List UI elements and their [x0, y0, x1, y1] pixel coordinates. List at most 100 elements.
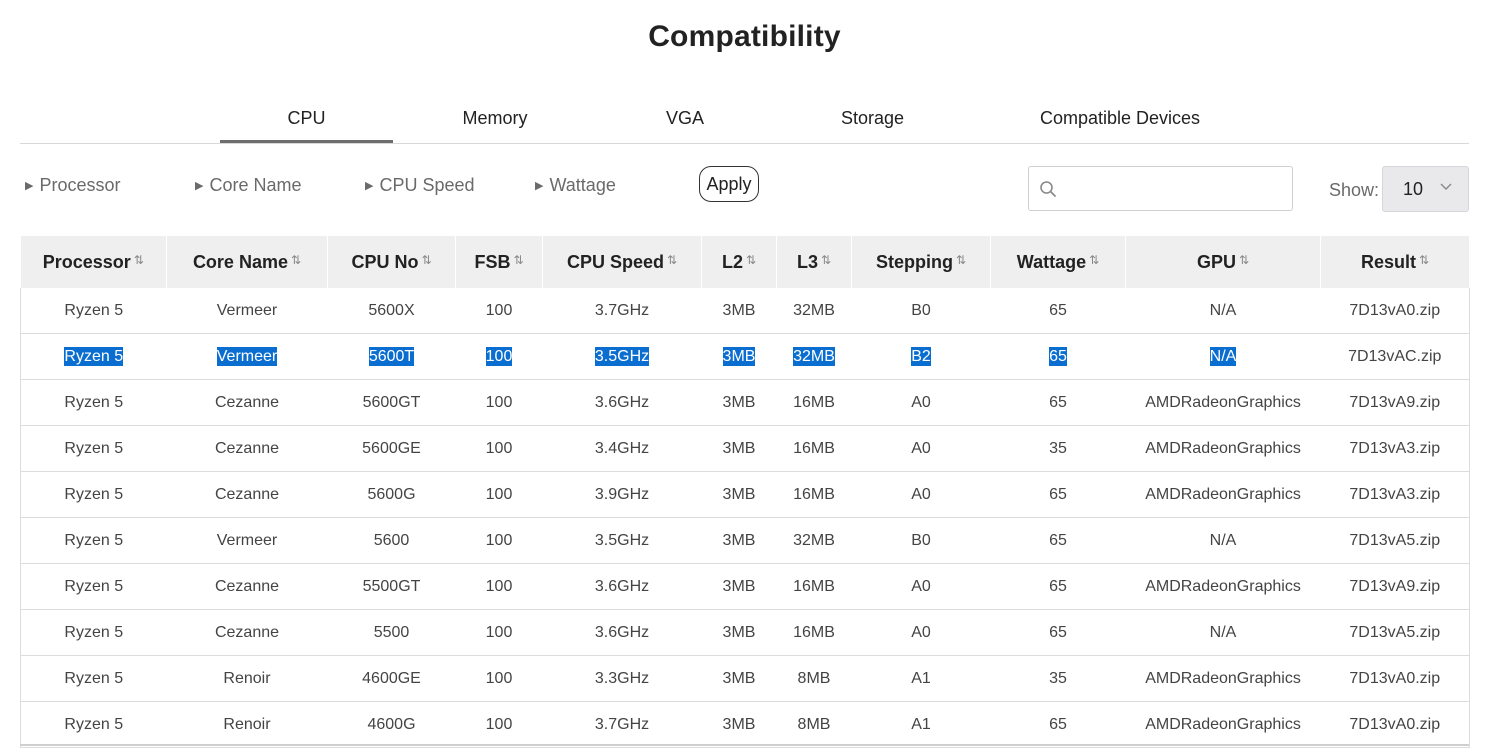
table-cell-l2: 3MB: [701, 333, 777, 380]
sort-icon[interactable]: ⇅: [1239, 253, 1249, 267]
table-cell-core-name: Vermeer: [166, 288, 328, 334]
cell-text: Ryzen 5: [64, 439, 124, 457]
tab-cpu[interactable]: CPU: [220, 96, 393, 143]
scrollbar-track[interactable]: [20, 744, 1469, 746]
cell-text: 16MB: [793, 393, 835, 411]
filter-cpu-speed[interactable]: ▶ CPU Speed: [365, 175, 475, 196]
table-row[interactable]: Ryzen 5 Cezanne 5500 100 3.6GHz 3MB 16MB A0 65 N/…: [20, 609, 1470, 656]
table-row[interactable]: Ryzen 5 Cezanne 5600GT 100 3.6GHz 3MB 16MB A0 65…: [20, 379, 1470, 426]
search-box[interactable]: [1028, 166, 1293, 211]
cell-text: 32MB: [793, 531, 835, 549]
show-count-select[interactable]: 10: [1382, 166, 1469, 212]
table-cell-processor: Ryzen 5: [20, 563, 167, 610]
table-row[interactable]: Ryzen 5 Renoir 4600G 100 3.7GHz 3MB 8MB A1 65 AMD…: [20, 701, 1470, 748]
table-cell-cpu-speed: 3.6GHz: [542, 563, 702, 610]
cell-text: 32MB: [793, 301, 835, 319]
cell-text: 3MB: [722, 393, 756, 411]
tab-memory[interactable]: Memory: [420, 96, 570, 140]
caret-right-icon: ▶: [365, 180, 374, 192]
cell-text: A1: [911, 715, 931, 733]
sort-icon[interactable]: ⇅: [956, 253, 966, 267]
sort-icon[interactable]: ⇅: [134, 253, 144, 267]
cell-text: 16MB: [793, 623, 835, 641]
table-row[interactable]: Ryzen 5 Vermeer 5600X 100 3.7GHz 3MB 32MB B0 65 N…: [20, 288, 1470, 334]
cell-text: 7D13vA5.zip: [1349, 531, 1441, 549]
table-cell-l3: 16MB: [776, 563, 852, 610]
cell-text: 7D13vAC.zip: [1348, 347, 1442, 365]
table-cell-l2: 3MB: [701, 655, 777, 702]
table-cell-wattage: 65: [990, 701, 1126, 748]
cell-text: 100: [485, 301, 513, 319]
sort-icon[interactable]: ⇅: [1089, 253, 1099, 267]
cell-text: 5600GT: [362, 393, 421, 411]
tab-storage[interactable]: Storage: [800, 96, 945, 140]
cell-text: Ryzen 5: [64, 577, 124, 595]
table-cell-cpu-speed: 3.5GHz: [542, 333, 702, 380]
sort-icon[interactable]: ⇅: [513, 253, 523, 267]
filter-core-name[interactable]: ▶ Core Name: [195, 175, 302, 196]
filter-processor[interactable]: ▶ Processor: [25, 175, 121, 196]
cell-text: Vermeer: [216, 531, 278, 549]
table-cell-fsb: 100: [455, 701, 543, 748]
sort-icon[interactable]: ⇅: [667, 253, 677, 267]
table-cell-core-name: Cezanne: [166, 379, 328, 426]
sort-icon[interactable]: ⇅: [421, 253, 431, 267]
table-cell-l3: 32MB: [776, 517, 852, 564]
table-row[interactable]: Ryzen 5 Cezanne 5600GE 100 3.4GHz 3MB 16MB A0 35…: [20, 425, 1470, 472]
cell-text: 3.6GHz: [594, 393, 650, 411]
column-header-label: CPU No: [351, 251, 419, 272]
table-cell-wattage: 65: [990, 517, 1126, 564]
search-input[interactable]: [1063, 173, 1287, 205]
compatibility-page: Compatibility CPU Memory VGA Storage Com…: [0, 0, 1501, 750]
apply-button[interactable]: Apply: [699, 166, 759, 202]
cell-text: 100: [485, 623, 513, 641]
column-header-fsb[interactable]: FSB ⇅: [455, 236, 543, 288]
filter-wattage[interactable]: ▶ Wattage: [535, 175, 616, 196]
table-row[interactable]: Ryzen 5 Renoir 4600GE 100 3.3GHz 3MB 8MB A1 35 AM…: [20, 655, 1470, 702]
cell-text: 3MB: [722, 623, 756, 641]
column-header-wattage[interactable]: Wattage ⇅: [990, 236, 1126, 288]
table-cell-l3: 16MB: [776, 379, 852, 426]
cell-text: 65: [1049, 346, 1067, 366]
column-header-l3[interactable]: L3 ⇅: [776, 236, 852, 288]
column-header-result[interactable]: Result ⇅: [1320, 236, 1470, 288]
column-header-label: Stepping: [875, 251, 953, 272]
tab-compatible-devices[interactable]: Compatible Devices: [1020, 96, 1220, 140]
table-cell-l2: 3MB: [701, 563, 777, 610]
table-cell-cpu-no: 5600G: [327, 471, 456, 518]
cell-text: 7D13vA0.zip: [1349, 715, 1441, 733]
cell-text: 100: [485, 485, 513, 503]
cell-text: Ryzen 5: [64, 346, 124, 366]
column-header-gpu[interactable]: GPU ⇅: [1125, 236, 1321, 288]
cell-text: 3MB: [722, 531, 756, 549]
table-row[interactable]: Ryzen 5 Cezanne 5500GT 100 3.6GHz 3MB 16MB A0 65…: [20, 563, 1470, 610]
sort-icon[interactable]: ⇅: [821, 253, 831, 267]
table-cell-processor: Ryzen 5: [20, 333, 167, 380]
cell-text: 7D13vA9.zip: [1349, 393, 1441, 411]
filter-bar: ▶ Processor ▶ Core Name ▶ CPU Speed ▶ Wattag…: [0, 165, 1501, 215]
sort-icon[interactable]: ⇅: [1419, 253, 1429, 267]
column-header-core-name[interactable]: Core Name ⇅: [166, 236, 328, 288]
column-header-processor[interactable]: Processor ⇅: [20, 236, 167, 288]
table-cell-result: 7D13vA3.zip: [1320, 471, 1470, 518]
column-header-cpu-no[interactable]: CPU No ⇅: [327, 236, 456, 288]
cell-text: Renoir: [223, 669, 271, 687]
table-cell-gpu: AMDRadeonGraphics: [1125, 471, 1321, 518]
tab-vga[interactable]: VGA: [620, 96, 750, 140]
column-header-l2[interactable]: L2 ⇅: [701, 236, 777, 288]
cell-text: Renoir: [223, 715, 271, 733]
caret-right-icon: ▶: [535, 180, 544, 192]
table-row[interactable]: Ryzen 5 Vermeer 5600 100 3.5GHz 3MB 32MB B0 65 N/…: [20, 517, 1470, 564]
table-cell-stepping: B2: [851, 333, 991, 380]
sort-icon[interactable]: ⇅: [291, 253, 301, 267]
sort-icon[interactable]: ⇅: [746, 253, 756, 267]
cell-text: 100: [485, 393, 513, 411]
column-header-stepping[interactable]: Stepping ⇅: [851, 236, 991, 288]
cell-text: 3MB: [722, 669, 756, 687]
table-cell-result: 7D13vA5.zip: [1320, 517, 1470, 564]
table-row[interactable]: Ryzen 5 Cezanne 5600G 100 3.9GHz 3MB 16MB A0 65 A…: [20, 471, 1470, 518]
cell-text: N/A: [1209, 346, 1237, 366]
table-cell-fsb: 100: [455, 425, 543, 472]
table-row[interactable]: Ryzen 5 Vermeer 5600T 100 3.5GHz 3MB 32MB B2 65 N…: [20, 333, 1470, 380]
column-header-cpu-speed[interactable]: CPU Speed ⇅: [542, 236, 702, 288]
